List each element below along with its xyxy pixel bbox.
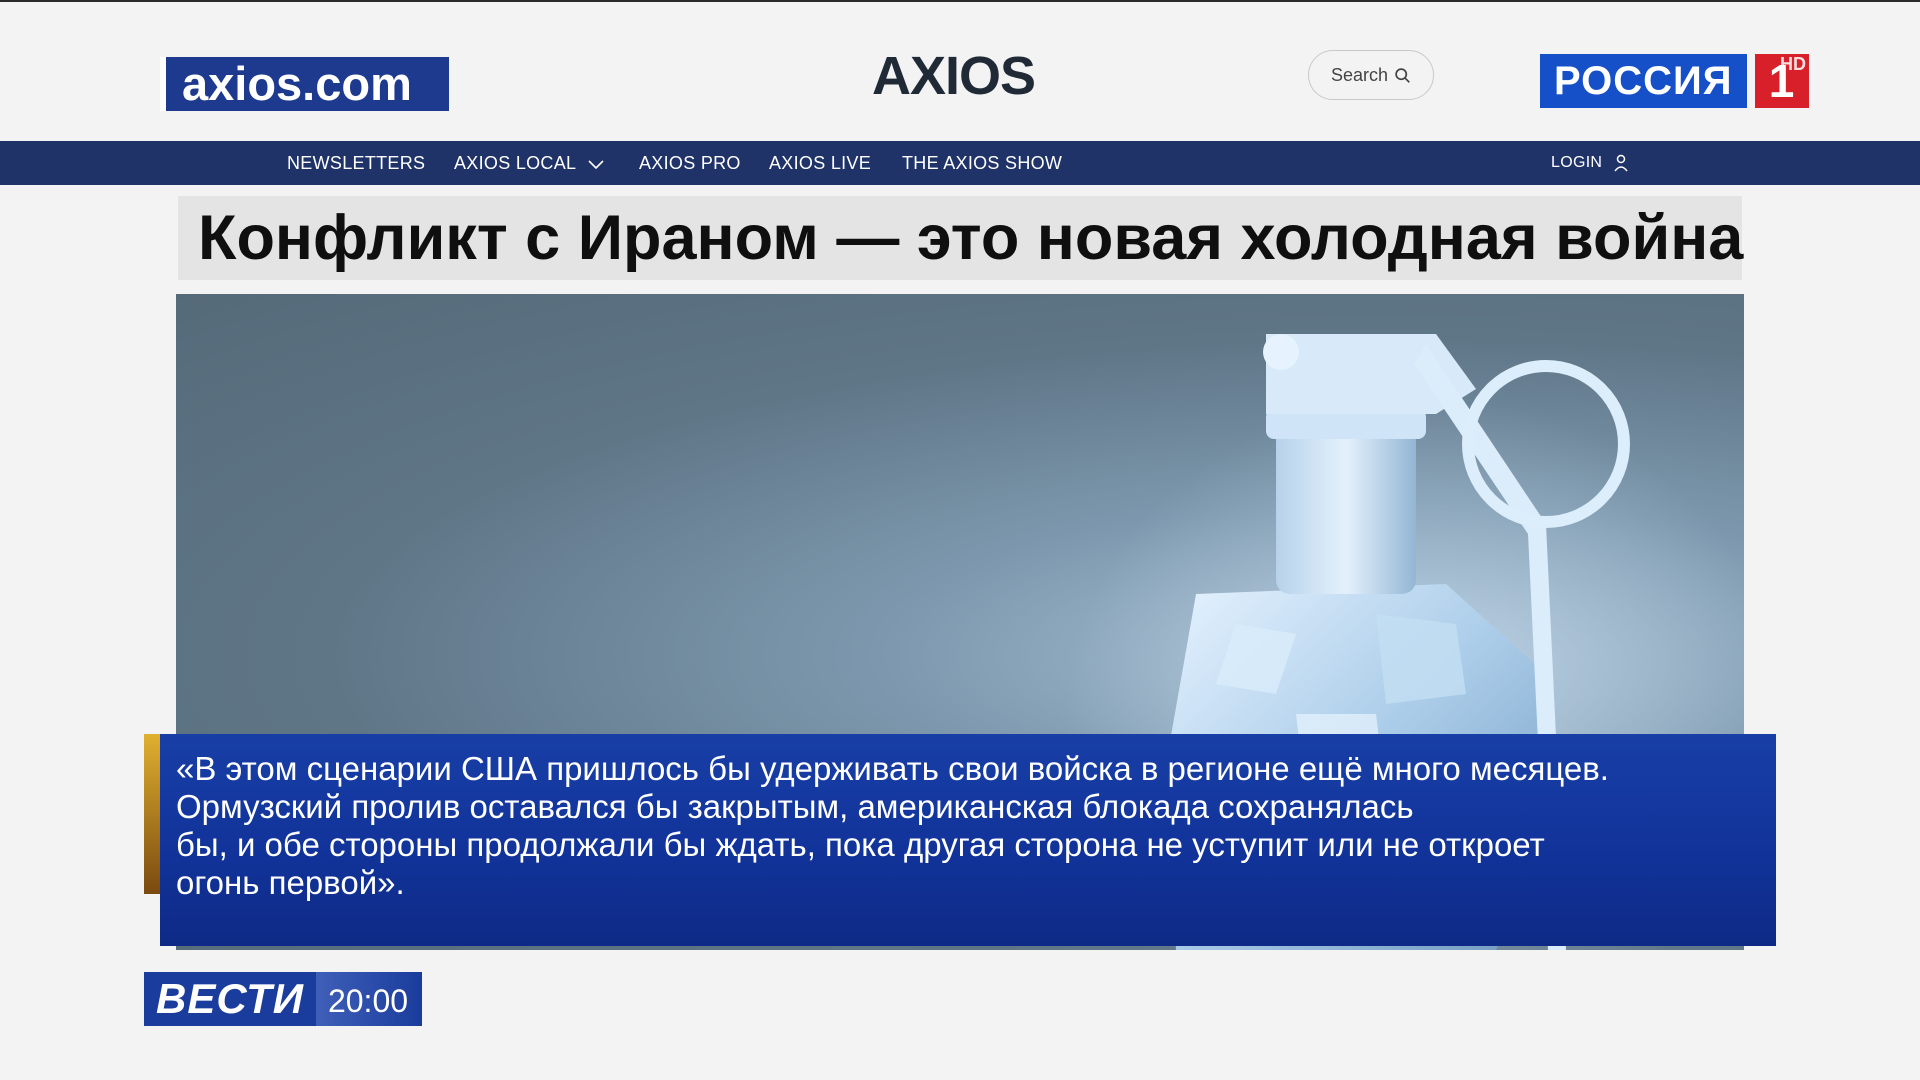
login-label: LOGIN: [1551, 154, 1603, 171]
search-label: Search: [1330, 64, 1389, 85]
hd-badge: HD: [1780, 54, 1806, 74]
quote-line: огонь первой».: [176, 864, 405, 901]
axios-logo-text: AXIOS: [872, 46, 1036, 106]
user-icon: [1614, 154, 1628, 172]
chevron-down-icon: [588, 160, 604, 170]
login-link[interactable]: LOGIN: [1551, 141, 1629, 185]
headline-banner: Конфликт с Ираном — это новая холодная в…: [178, 196, 1744, 280]
search-icon: [1395, 67, 1410, 83]
program-name: ВЕСТИ: [144, 972, 316, 1026]
program-bug: ВЕСТИ 20:00: [144, 972, 423, 1026]
nav-item-axios-show[interactable]: THE AXIOS SHOW: [902, 141, 1062, 185]
channel-name: РОССИЯ: [1540, 54, 1747, 108]
quote-accent-bar: [144, 734, 160, 894]
nav-item-axios-pro[interactable]: AXIOS PRO: [639, 141, 741, 185]
top-border: [0, 0, 1920, 2]
article-headline: Конфликт с Ираном — это новая холодная в…: [198, 203, 1744, 273]
source-badge: axios.com: [160, 57, 449, 111]
quote-line: Ормузский пролив оставался бы закрытым, …: [176, 788, 1414, 825]
quote-caption: «В этом сценарии США пришлось бы удержив…: [160, 734, 1776, 946]
nav-item-axios-local[interactable]: AXIOS LOCAL: [454, 141, 605, 185]
search-button[interactable]: Search: [1308, 50, 1434, 100]
quote-line: «В этом сценарии США пришлось бы удержив…: [176, 750, 1609, 787]
russia1-channel-logo: РОССИЯ 1: [1540, 54, 1809, 108]
program-time: 20:00: [315, 972, 423, 1026]
quote-line: бы, и обе стороны продолжали бы ждать, п…: [176, 826, 1545, 863]
nav-item-newsletters[interactable]: NEWSLETTERS: [287, 141, 425, 185]
nav-item-axios-live[interactable]: AXIOS LIVE: [769, 141, 871, 185]
nav-bar: NEWSLETTERS AXIOS LOCAL AXIOS PRO AXIOS …: [0, 141, 1920, 185]
nav-item-axios-local-label: AXIOS LOCAL: [454, 153, 576, 173]
axios-logo[interactable]: AXIOS: [872, 46, 1036, 106]
